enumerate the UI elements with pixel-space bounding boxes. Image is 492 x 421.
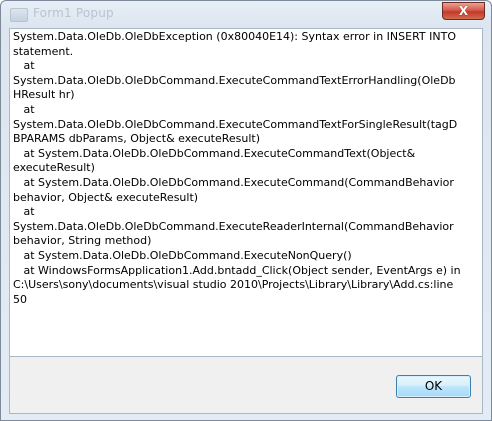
close-icon: X bbox=[458, 4, 469, 18]
error-message-text: System.Data.OleDb.OleDbException (0x8004… bbox=[13, 30, 461, 306]
window-title: Form1 Popup bbox=[33, 6, 114, 20]
app-window-icon bbox=[10, 8, 28, 22]
button-bar: OK bbox=[9, 357, 483, 414]
ok-button[interactable]: OK bbox=[396, 375, 471, 398]
close-button[interactable]: X bbox=[442, 2, 485, 20]
message-dialog-window: Form1 Popup X System.Data.OleDb.OleDbExc… bbox=[0, 0, 492, 421]
title-bar[interactable]: Form1 Popup X bbox=[1, 1, 491, 27]
